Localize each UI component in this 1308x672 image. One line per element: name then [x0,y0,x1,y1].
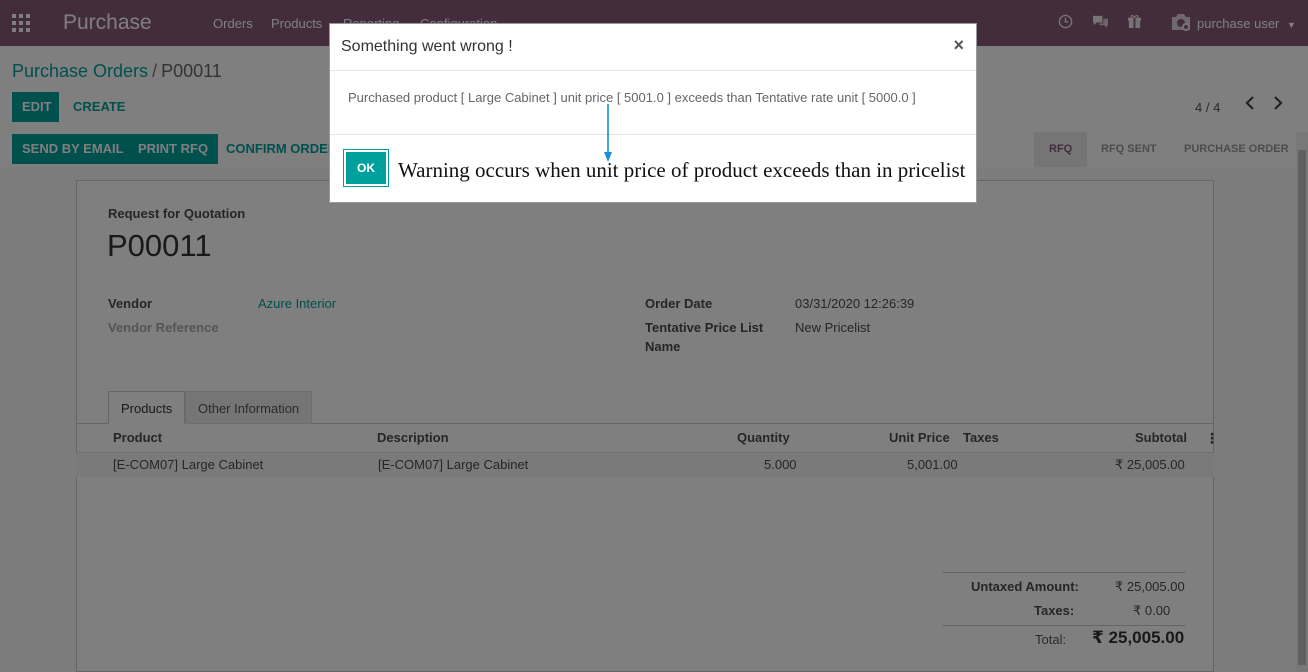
close-icon[interactable]: × [953,35,964,56]
dialog-title: Something went wrong ! [341,38,513,55]
dialog-header-divider [330,70,976,71]
dialog-footer-divider [330,134,976,135]
ok-button[interactable]: OK [343,149,389,187]
error-dialog: Something went wrong ! × Purchased produ… [329,23,977,203]
annotation-arrow-icon [604,104,612,162]
annotation-text: Warning occurs when unit price of produc… [398,158,966,182]
dialog-message: Purchased product [ Large Cabinet ] unit… [348,90,916,105]
